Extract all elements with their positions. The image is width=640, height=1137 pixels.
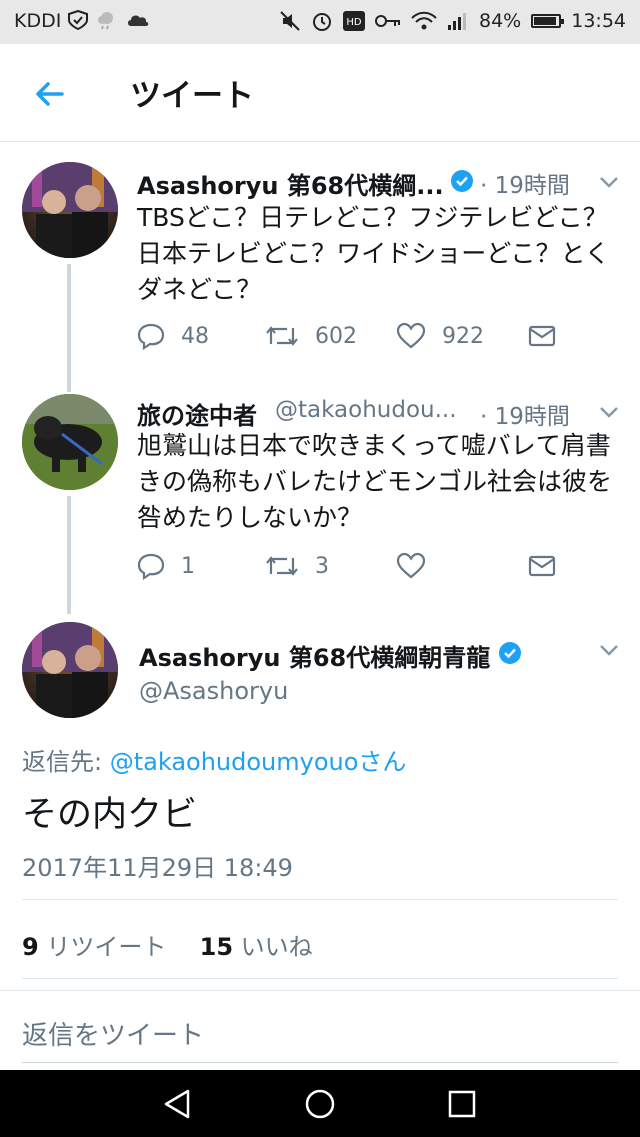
retweet-icon	[266, 326, 298, 346]
retweet-count: 602	[315, 323, 357, 349]
thread-line	[67, 380, 71, 392]
reply-icon	[137, 553, 165, 580]
carrier-label: KDDI	[14, 10, 151, 32]
reply-count: 1	[181, 553, 195, 579]
retweet-stat-label: リツイート	[46, 933, 167, 961]
tweet-time[interactable]: · 19時間	[480, 166, 570, 200]
tweet-author-handle[interactable]: @takaohudou...	[275, 397, 457, 423]
reply-to-label: 返信先:	[22, 748, 110, 776]
status-bar: KDDI HD 84% 13:54	[0, 0, 640, 44]
battery-percent: 84%	[479, 10, 522, 32]
wifi-icon	[411, 11, 437, 30]
reply-input[interactable]: 返信をツイート	[22, 1015, 618, 1052]
shield-check-icon	[68, 10, 89, 30]
system-nav-bar	[0, 1070, 640, 1137]
retweet-stat-count: 9	[22, 933, 39, 961]
clock: 13:54	[571, 10, 626, 32]
tweet-text: 旭鷲山は日本で吹きまくって嘘バレて肩書きの偽称もバレたけどモンゴル社会は彼を咎め…	[137, 431, 613, 532]
chevron-down-icon[interactable]	[597, 400, 621, 424]
divider	[22, 978, 618, 979]
retweet-stat[interactable]: 9 リツイート	[22, 933, 166, 961]
chevron-down-icon[interactable]	[597, 170, 621, 194]
avatar[interactable]	[22, 394, 118, 490]
like-action[interactable]: 922	[396, 322, 484, 350]
reply-input-underline	[22, 1062, 618, 1063]
focused-tweet: Asashoryu 第68代横綱朝青龍 @Asashoryu 返信先: @tak…	[0, 612, 640, 992]
direct-message-icon[interactable]	[528, 322, 556, 350]
nav-recents-icon[interactable]	[448, 1089, 476, 1119]
retweet-icon	[266, 556, 298, 576]
section-separator	[0, 990, 640, 991]
weather-rain-icon	[98, 12, 114, 30]
like-action[interactable]	[396, 552, 442, 580]
svg-text:HD: HD	[346, 17, 362, 28]
status-icons: HD 84% 13:54	[279, 10, 626, 32]
hd-icon: HD	[343, 11, 365, 31]
reply-count: 48	[181, 323, 209, 349]
retweet-action[interactable]: 3	[265, 552, 329, 580]
app-header: ツイート	[0, 44, 640, 142]
tweet-item[interactable]: 旅の途中者 @takaohudou... · 19時間 旭鷲山は日本で吹きまくっ…	[0, 380, 640, 614]
avatar[interactable]	[22, 622, 118, 718]
tweet-stats: 9 リツイート 15 いいね	[22, 927, 313, 962]
alarm-icon	[313, 13, 331, 31]
back-arrow-icon[interactable]	[30, 74, 70, 114]
like-stat[interactable]: 15 いいね	[200, 933, 313, 961]
verified-badge-icon	[451, 170, 473, 192]
battery-icon	[531, 14, 565, 28]
nav-home-icon[interactable]	[304, 1088, 336, 1120]
avatar[interactable]	[22, 162, 118, 258]
carrier-name: KDDI	[14, 10, 62, 32]
avatar-image	[22, 162, 118, 258]
heart-icon	[396, 552, 426, 579]
mute-icon	[280, 11, 300, 31]
reply-action[interactable]: 48	[137, 322, 209, 350]
reply-action[interactable]: 1	[137, 552, 195, 580]
thread-line	[67, 496, 71, 614]
tweet-time[interactable]: · 19時間	[480, 397, 570, 431]
cloud-icon	[128, 15, 149, 26]
thread-line	[67, 264, 71, 380]
avatar-image	[22, 622, 118, 718]
reply-to-user-link[interactable]: @takaohudoumyouo	[110, 748, 359, 776]
reply-to-suffix: さん	[358, 748, 407, 776]
retweet-action[interactable]: 602	[265, 322, 357, 350]
heart-icon	[396, 322, 426, 349]
tweet-text: TBSどこ？日テレどこ？フジテレビどこ？日本テレビどこ？ワイドショーどこ？とくダ…	[137, 203, 610, 304]
focused-tweet-text: その内クビ	[22, 795, 198, 835]
tweet-author-name[interactable]: Asashoryu 第68代横綱...	[137, 166, 444, 201]
tweet-item[interactable]: Asashoryu 第68代横綱... · 19時間 TBSどこ？日テレどこ？フ…	[0, 142, 640, 380]
nav-back-icon[interactable]	[162, 1088, 192, 1120]
reply-to-line: 返信先: @takaohudoumyouoさん	[22, 742, 406, 777]
verified-badge-icon	[499, 642, 521, 664]
page-title: ツイート	[130, 78, 254, 114]
reply-icon	[137, 323, 165, 350]
like-stat-count: 15	[199, 933, 234, 961]
focused-author-handle[interactable]: @Asashoryu	[139, 677, 288, 705]
like-stat-label: いいね	[240, 933, 313, 961]
chevron-down-icon[interactable]	[597, 638, 621, 662]
tweet-author-name[interactable]: 旅の途中者	[137, 396, 257, 431]
retweet-count: 3	[315, 553, 329, 579]
avatar-image	[22, 394, 118, 490]
direct-message-icon[interactable]	[528, 552, 556, 580]
divider	[22, 899, 618, 900]
like-count: 922	[442, 323, 484, 349]
focused-author-name[interactable]: Asashoryu 第68代横綱朝青龍	[139, 638, 490, 673]
signal-icon	[448, 13, 466, 30]
tweet-timestamp: 2017年11月29日 18:49	[22, 854, 293, 882]
key-icon	[375, 15, 400, 27]
